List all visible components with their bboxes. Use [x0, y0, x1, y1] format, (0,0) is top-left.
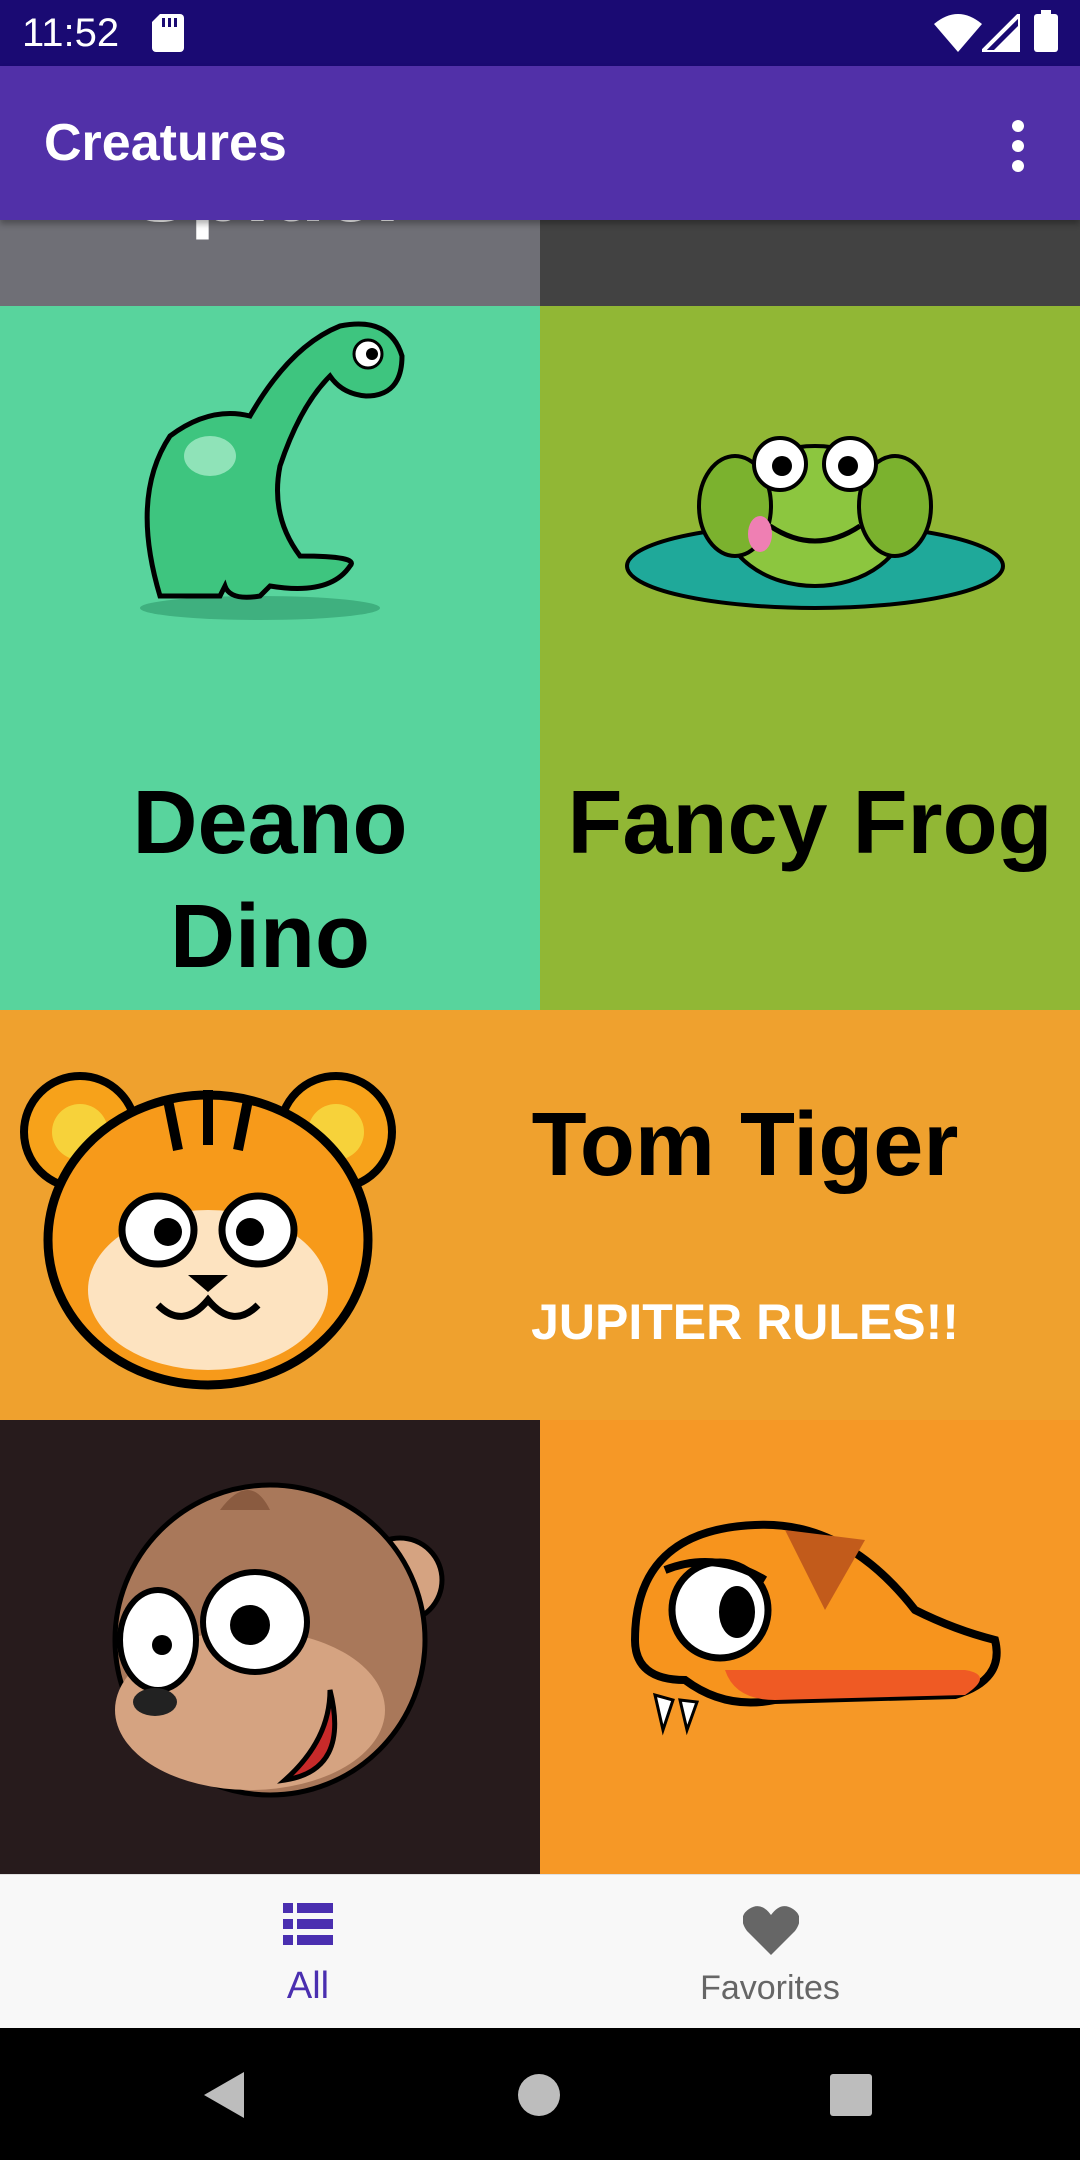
creature-tile-dino[interactable]: Deano Dino	[0, 306, 540, 1010]
creature-tile-monkey[interactable]	[0, 1420, 540, 1874]
dino-image	[140, 321, 405, 620]
status-time: 11:52	[22, 11, 120, 55]
system-navigation-bar	[0, 2028, 1080, 2160]
nav-item-all[interactable]: All	[40, 1875, 580, 2029]
back-icon[interactable]	[204, 2072, 244, 2118]
wifi-icon	[934, 14, 982, 52]
tiger-image	[20, 1072, 396, 1390]
creature-name: Spider	[0, 220, 540, 244]
snake-image	[630, 1520, 1001, 1736]
list-icon	[283, 1903, 333, 1945]
battery-icon	[1034, 10, 1058, 52]
home-icon[interactable]	[518, 2074, 560, 2116]
nav-label: All	[286, 1965, 330, 2007]
creature-tile-spider[interactable]: Spider	[0, 220, 540, 306]
monkey-image	[112, 1482, 445, 1798]
creature-name-line: Deano	[132, 773, 408, 873]
nav-label: Favorites	[700, 1969, 840, 2007]
status-bar: 11:52	[0, 0, 1080, 66]
recents-icon[interactable]	[830, 2074, 872, 2116]
sd-card-icon	[152, 14, 184, 52]
nav-item-favorites[interactable]: Favorites	[540, 1875, 1080, 2029]
creature-tile-frog[interactable]: Fancy Frog	[540, 306, 1080, 1010]
creature-grid[interactable]: Spider Deano Dino Fancy Fr	[0, 220, 1080, 1874]
creature-tile-snake[interactable]	[540, 1420, 1080, 1874]
creature-tile-tiger[interactable]: Tom Tiger JUPITER RULES!!	[0, 1010, 1080, 1420]
frog-image	[625, 436, 1005, 610]
bottom-navigation: All Favorites	[0, 1874, 1080, 2028]
creature-name: Tom Tiger	[531, 1095, 959, 1195]
creature-motto: JUPITER RULES!!	[531, 1294, 959, 1350]
creature-tile[interactable]	[540, 220, 1080, 306]
heart-icon	[743, 1906, 799, 1955]
creature-name: Fancy Frog	[567, 773, 1053, 873]
app-bar: Creatures	[0, 66, 1080, 220]
overflow-menu-button[interactable]	[998, 116, 1038, 176]
creature-name: Deano Dino	[0, 766, 540, 994]
cell-signal-icon	[982, 14, 1020, 52]
app-title: Creatures	[44, 114, 287, 172]
creature-name-line: Dino	[170, 887, 370, 987]
